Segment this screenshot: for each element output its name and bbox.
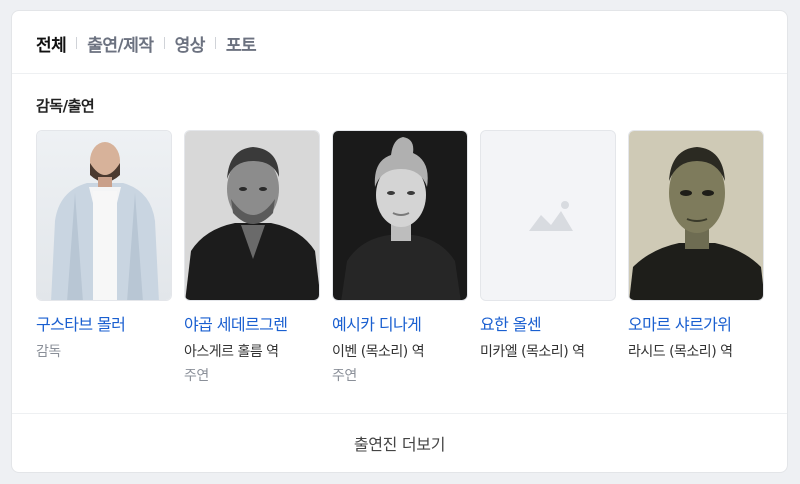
person-name[interactable]: 오마르 샤르가위 <box>628 311 764 335</box>
person-photo[interactable] <box>36 130 172 301</box>
person-photo[interactable] <box>184 130 320 301</box>
tab-separator <box>163 37 165 49</box>
person-role: 감독 <box>36 344 61 360</box>
placeholder-image-icon <box>481 131 615 300</box>
person-name[interactable]: 구스타브 몰러 <box>36 311 172 335</box>
divider <box>12 73 787 74</box>
person-card[interactable]: 요한 올센 미카엘 (목소리) 역 <box>480 130 616 385</box>
person-card[interactable]: 구스타브 몰러 감독 <box>36 130 172 385</box>
tab-video[interactable]: 영상 <box>175 31 206 56</box>
tab-all[interactable]: 전체 <box>36 31 67 56</box>
tab-photo[interactable]: 포토 <box>226 31 257 56</box>
person-billing: 주연 <box>332 368 357 384</box>
person-card[interactable]: 예시카 디나게 이벤 (목소리) 역 주연 <box>332 130 468 385</box>
person-role: 아스게르 홀름 역 <box>184 344 279 360</box>
person-role: 이벤 (목소리) 역 <box>332 344 425 360</box>
tab-separator <box>214 37 216 49</box>
tab-bar: 전체 출연/제작 영상 포토 <box>36 31 257 56</box>
person-photo[interactable] <box>480 130 616 301</box>
person-name[interactable]: 예시카 디나게 <box>332 311 468 335</box>
section-title: 감독/출연 <box>36 97 95 115</box>
person-photo[interactable] <box>332 130 468 301</box>
person-photo[interactable] <box>628 130 764 301</box>
tab-cast-crew[interactable]: 출연/제작 <box>87 31 154 56</box>
person-card[interactable]: 오마르 샤르가위 라시드 (목소리) 역 <box>628 130 764 385</box>
people-list: 구스타브 몰러 감독 야곱 세데르그렌 아스게르 홀름 역 주연 예시카 디나게… <box>36 130 764 385</box>
more-cast-button[interactable]: 출연진 더보기 <box>12 414 787 472</box>
person-name[interactable]: 요한 올센 <box>480 311 616 335</box>
person-role: 라시드 (목소리) 역 <box>628 344 733 360</box>
tab-separator <box>76 37 78 49</box>
person-billing: 주연 <box>184 368 209 384</box>
person-role: 미카엘 (목소리) 역 <box>480 344 585 360</box>
cast-card: 전체 출연/제작 영상 포토 감독/출연 구스타브 몰러 감독 야곱 세데르그렌… <box>11 10 788 473</box>
person-name[interactable]: 야곱 세데르그렌 <box>184 311 320 335</box>
person-card[interactable]: 야곱 세데르그렌 아스게르 홀름 역 주연 <box>184 130 320 385</box>
